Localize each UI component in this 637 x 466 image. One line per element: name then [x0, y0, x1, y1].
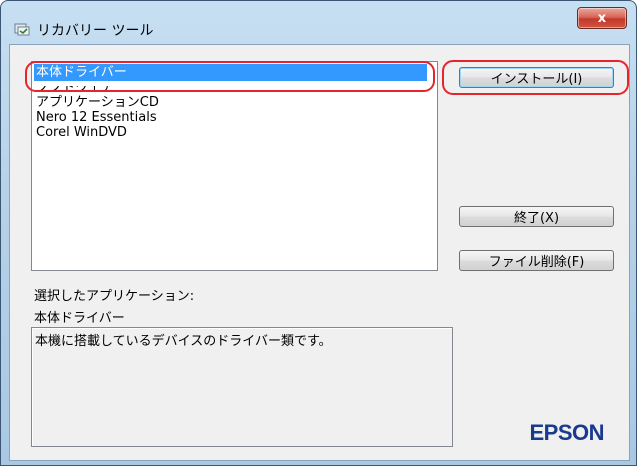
highlight-ring-list	[25, 61, 435, 92]
list-item[interactable]: Nero 12 Essentials	[36, 110, 157, 125]
description-text: 本機に搭載しているデバイスのドライバー類です。	[35, 334, 332, 349]
recovery-tool-window: リカバリー ツール x 本体ドライバー ソフトウェア アプリケーションCD Ne…	[0, 0, 637, 466]
dialog-client-area: 本体ドライバー ソフトウェア アプリケーションCD Nero 12 Essent…	[9, 44, 630, 461]
close-button[interactable]: x	[577, 7, 627, 29]
list-item[interactable]: アプリケーションCD	[36, 95, 159, 110]
list-item[interactable]: Corel WinDVD	[36, 125, 127, 140]
window-title: リカバリー ツール	[37, 23, 154, 39]
description-box: 本機に搭載しているデバイスのドライバー類です。	[31, 327, 453, 447]
selected-app-name: 本体ドライバー	[34, 311, 125, 326]
recovery-tool-icon	[14, 21, 30, 36]
close-icon: x	[597, 10, 607, 26]
highlight-ring-install	[442, 60, 629, 95]
epson-logo: EPSON	[529, 420, 604, 445]
delete-files-button[interactable]: ファイル削除(F)	[459, 250, 614, 271]
selected-app-caption: 選択したアプリケーション:	[34, 289, 195, 304]
application-listbox[interactable]: 本体ドライバー ソフトウェア アプリケーションCD Nero 12 Essent…	[31, 61, 438, 271]
exit-button[interactable]: 終了(X)	[459, 206, 614, 227]
title-bar[interactable]: リカバリー ツール x	[1, 1, 636, 43]
